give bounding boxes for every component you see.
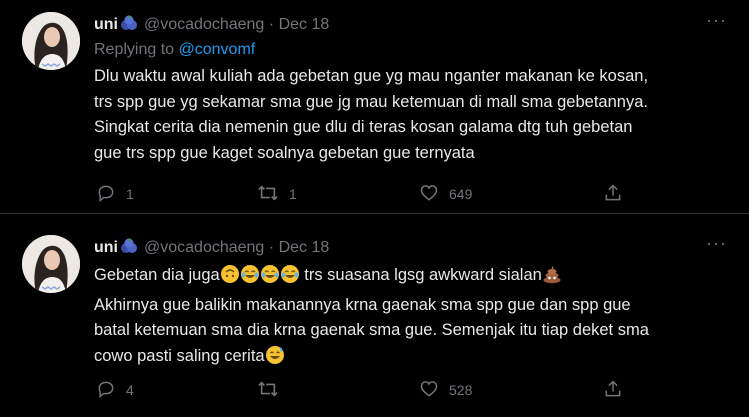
tweet[interactable]: uni @vocadochaeng · Dec 18 ··· Gebetan di… <box>0 214 749 417</box>
tweet-text: Dlu waktu awal kuliah ada gebetan gue yg… <box>94 64 734 166</box>
tweet-text-line: gue trs spp gue kaget soalnya gebetan gu… <box>94 143 475 162</box>
tweet-date[interactable]: Dec 18 <box>279 16 330 33</box>
separator: · <box>268 16 275 33</box>
retweet-count: 1 <box>289 186 297 202</box>
tweet-header: uni @vocadochaeng · Dec 18 <box>94 14 329 37</box>
user-handle[interactable]: @vocadochaeng <box>144 239 264 256</box>
tweet-text-line: cowo pasti saling cerita <box>94 344 734 374</box>
more-options-icon[interactable]: ··· <box>706 10 727 31</box>
heart-icon <box>419 379 439 402</box>
blueberry-emoji-icon <box>120 237 138 260</box>
tweet-text-line: trs spp gue yg sekamar sma gue jg mau ke… <box>94 92 648 111</box>
like-button[interactable]: 528 <box>419 377 472 403</box>
blueberry-emoji-icon <box>120 14 138 37</box>
share-icon <box>603 183 623 206</box>
tweet-text-segment: cowo pasti saling cerita <box>94 346 265 365</box>
tweet-actions: 4 528 <box>94 377 654 403</box>
retweet-button[interactable] <box>257 377 289 403</box>
like-button[interactable]: 649 <box>419 181 472 207</box>
retweet-icon <box>257 379 279 402</box>
mention-link[interactable]: @convomf <box>179 41 256 58</box>
share-button[interactable] <box>603 377 623 403</box>
replying-to: Replying to @convomf <box>94 41 255 59</box>
reply-icon <box>96 379 116 402</box>
avatar[interactable] <box>22 12 80 70</box>
tweet-text-line: Gebetan dia juga trs suasana lgsg awkwar… <box>94 263 734 293</box>
tears-of-joy-emoji-icon <box>280 264 300 293</box>
tweet-text-line: Dlu waktu awal kuliah ada gebetan gue yg… <box>94 67 649 85</box>
reply-button[interactable]: 4 <box>96 377 134 403</box>
share-button[interactable] <box>603 181 623 207</box>
reply-count: 4 <box>126 382 134 398</box>
reply-button[interactable]: 1 <box>96 181 134 207</box>
tweet-text-line: Singkat cerita dia nemenin gue dlu di te… <box>94 118 633 136</box>
tweet-header: uni @vocadochaeng · Dec 18 <box>94 237 329 260</box>
replying-to-label: Replying to <box>94 41 179 58</box>
tweet[interactable]: uni @vocadochaeng · Dec 18 ··· Replying t… <box>0 0 749 213</box>
reply-count: 1 <box>126 186 134 202</box>
heart-icon <box>419 183 439 206</box>
tears-of-joy-emoji-icon <box>240 264 260 293</box>
tweet-text-line: Akhirnya gue balikin makanannya krna gae… <box>94 295 631 314</box>
retweet-icon <box>257 183 279 206</box>
like-count: 649 <box>449 186 473 202</box>
display-name[interactable]: uni <box>94 239 118 256</box>
tweet-date[interactable]: Dec 18 <box>279 239 330 256</box>
reply-icon <box>96 183 116 206</box>
tweet-actions: 1 1 649 <box>94 181 654 207</box>
more-options-icon[interactable]: ··· <box>706 233 727 254</box>
tweet-text-line: batal ketemuan sma dia krna gaenak sma g… <box>94 321 649 339</box>
separator: · <box>268 239 275 256</box>
user-handle[interactable]: @vocadochaeng <box>144 16 264 33</box>
tweet-text-segment: Gebetan dia juga <box>94 266 220 284</box>
retweet-button[interactable]: 1 <box>257 181 297 207</box>
tears-of-joy-emoji-icon <box>260 264 280 293</box>
grinning-sweat-emoji-icon <box>265 345 285 374</box>
poop-emoji-icon <box>542 264 562 293</box>
display-name[interactable]: uni <box>94 16 118 33</box>
tweet-text-segment: trs suasana lgsg awkward sialan <box>299 266 542 284</box>
tweet-text: Gebetan dia juga trs suasana lgsg awkwar… <box>94 263 734 373</box>
upside-down-face-emoji-icon <box>220 264 240 293</box>
like-count: 528 <box>449 382 473 398</box>
share-icon <box>603 379 623 402</box>
avatar[interactable] <box>22 235 80 293</box>
